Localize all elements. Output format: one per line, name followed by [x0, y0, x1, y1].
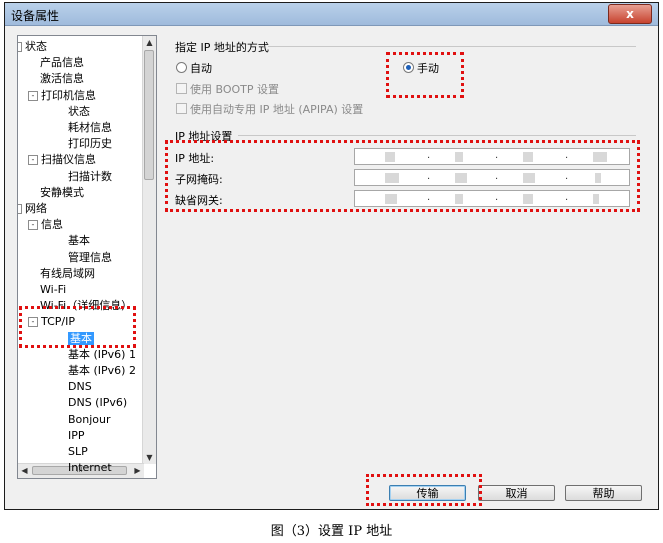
title-bar: 设备属性 x — [5, 3, 658, 26]
tree-item-label: 安静模式 — [40, 185, 84, 199]
tree-item-label: IPP — [68, 428, 85, 442]
tree-item[interactable]: Wi-Fi（详细信息） — [40, 298, 132, 313]
tree-item[interactable]: 打印历史 — [68, 136, 112, 151]
tree-item-label: 基本 — [68, 234, 90, 248]
tree-item-label: 网络 — [25, 202, 47, 215]
tree-item-label: Wi-Fi — [40, 283, 67, 296]
tree-item-label: 打印历史 — [68, 137, 112, 151]
tree-item[interactable]: - 打印机信息 — [28, 88, 96, 103]
collapse-toggle-icon[interactable]: - — [28, 220, 38, 231]
tree-item[interactable]: - TCP/IP — [28, 314, 75, 329]
tree-item-label: 扫描计数 — [68, 169, 112, 183]
apipa-checkbox[interactable]: 使用自动专用 IP 地址 (APIPA) 设置 — [176, 101, 363, 117]
tree-item-label: 基本 — [68, 331, 94, 345]
tree-item-label: DNS — [68, 380, 92, 394]
tree-item-label: DNS (IPv6) — [68, 396, 128, 410]
tree-item[interactable]: 激活信息 — [40, 71, 84, 86]
radio-auto[interactable]: 自动 — [176, 60, 212, 76]
default-gateway-field[interactable]: . . . — [354, 190, 630, 207]
tree-item-label: 基本 (IPv6) 2 — [68, 364, 136, 377]
tree-item-label: 信息 — [41, 218, 63, 232]
tree-item[interactable]: 扫描计数 — [68, 169, 112, 184]
collapse-toggle-icon[interactable]: - — [18, 204, 22, 214]
tree-item[interactable]: IPP — [68, 428, 85, 443]
tree-item[interactable]: Bonjour — [68, 412, 111, 427]
scroll-left-icon[interactable]: ◀ — [18, 464, 31, 477]
ip-address-label: IP 地址: — [175, 152, 215, 165]
tree-item-label: 管理信息 — [68, 250, 112, 264]
scroll-right-icon[interactable]: ▶ — [131, 464, 144, 477]
tree-item-label: 基本 (IPv6) 1 — [68, 347, 136, 361]
radio-icon — [176, 62, 187, 73]
scroll-down-icon[interactable]: ▼ — [143, 451, 156, 464]
scroll-up-icon[interactable]: ▲ — [143, 36, 156, 49]
tree-item-label: 状态 — [68, 104, 90, 118]
checkbox-icon — [176, 83, 187, 94]
tree-item[interactable]: 有线局域网 — [40, 266, 95, 281]
tree-item-label: TCP/IP — [41, 315, 75, 329]
subnet-mask-field[interactable]: . . . — [354, 169, 630, 186]
tree-item[interactable]: 基本 — [68, 331, 94, 346]
tree-item-label: SLP — [68, 445, 88, 458]
tree-item[interactable]: 管理信息 — [68, 250, 112, 265]
tree-item-label: Internet — [68, 461, 112, 475]
help-button[interactable]: 帮助 — [565, 485, 642, 501]
tree-item[interactable]: 耗材信息 — [68, 120, 112, 135]
tree-item-label: 产品信息 — [40, 56, 84, 70]
tree-item-label: 扫描仪信息 — [41, 153, 96, 167]
radio-manual[interactable]: 手动 — [403, 60, 439, 76]
radio-selected-icon — [403, 62, 414, 73]
divider — [238, 135, 636, 136]
tree-item-label: 耗材信息 — [68, 121, 112, 134]
tree-item-label: 有线局域网 — [40, 266, 95, 280]
tree-item[interactable]: 基本 (IPv6) 2 — [68, 363, 136, 378]
collapse-toggle-icon[interactable]: - — [28, 90, 38, 101]
tree-item[interactable]: DNS — [68, 379, 92, 394]
tree-item[interactable]: 安静模式 — [40, 185, 84, 200]
tree-item[interactable]: 状态 — [68, 104, 90, 119]
tree-item[interactable]: 产品信息 — [40, 55, 84, 70]
scroll-thumb[interactable] — [144, 50, 154, 180]
tree-item-label: Bonjour — [68, 412, 111, 426]
close-button[interactable]: x — [608, 4, 652, 24]
ip-settings-title: IP 地址设置 — [175, 130, 233, 143]
figure-caption: 图（3）设置 IP 地址 — [270, 524, 393, 539]
tree-item[interactable]: Internet — [68, 460, 112, 475]
tree-item[interactable]: -网络 — [18, 201, 47, 216]
tree-item-label: 状态 — [25, 40, 47, 53]
tree-vertical-scrollbar[interactable]: ▲ ▼ — [142, 36, 156, 464]
tree-item[interactable]: - 信息 — [28, 217, 63, 232]
tree-item-label: Wi-Fi（详细信息） — [40, 299, 133, 313]
collapse-toggle-icon[interactable]: - — [28, 155, 38, 166]
subnet-mask-label: 子网掩码: — [175, 173, 223, 186]
ip-method-title: 指定 IP 地址的方式 — [175, 41, 269, 54]
cancel-button[interactable]: 取消 — [478, 485, 555, 501]
checkbox-icon — [176, 103, 187, 114]
tree-item[interactable]: SLP — [68, 444, 88, 459]
tree-item[interactable]: - 扫描仪信息 — [28, 152, 96, 167]
default-gateway-label: 缺省网关: — [175, 194, 223, 207]
tree-item-label: 打印机信息 — [41, 88, 96, 102]
window-title: 设备属性 — [11, 9, 60, 23]
bootp-checkbox[interactable]: 使用 BOOTP 设置 — [176, 81, 279, 97]
transmit-button[interactable]: 传输 — [389, 485, 466, 501]
tree-item[interactable]: -状态 — [18, 39, 47, 54]
tree-item[interactable]: 基本 — [68, 233, 90, 248]
tree-item[interactable]: DNS (IPv6) — [68, 395, 127, 410]
ip-address-field[interactable]: . . . — [354, 148, 630, 165]
settings-tree: ▲ ▼ ◀ III ▶ -状态产品信息激活信息-打印机信息状态耗材信息打印历史-… — [17, 35, 157, 479]
collapse-toggle-icon[interactable]: - — [28, 317, 38, 328]
divider — [268, 46, 636, 47]
collapse-toggle-icon[interactable]: - — [18, 42, 22, 52]
tree-item[interactable]: 基本 (IPv6) 1 — [68, 347, 136, 362]
tree-item[interactable]: Wi-Fi — [40, 282, 66, 297]
tree-item-label: 激活信息 — [40, 72, 84, 86]
